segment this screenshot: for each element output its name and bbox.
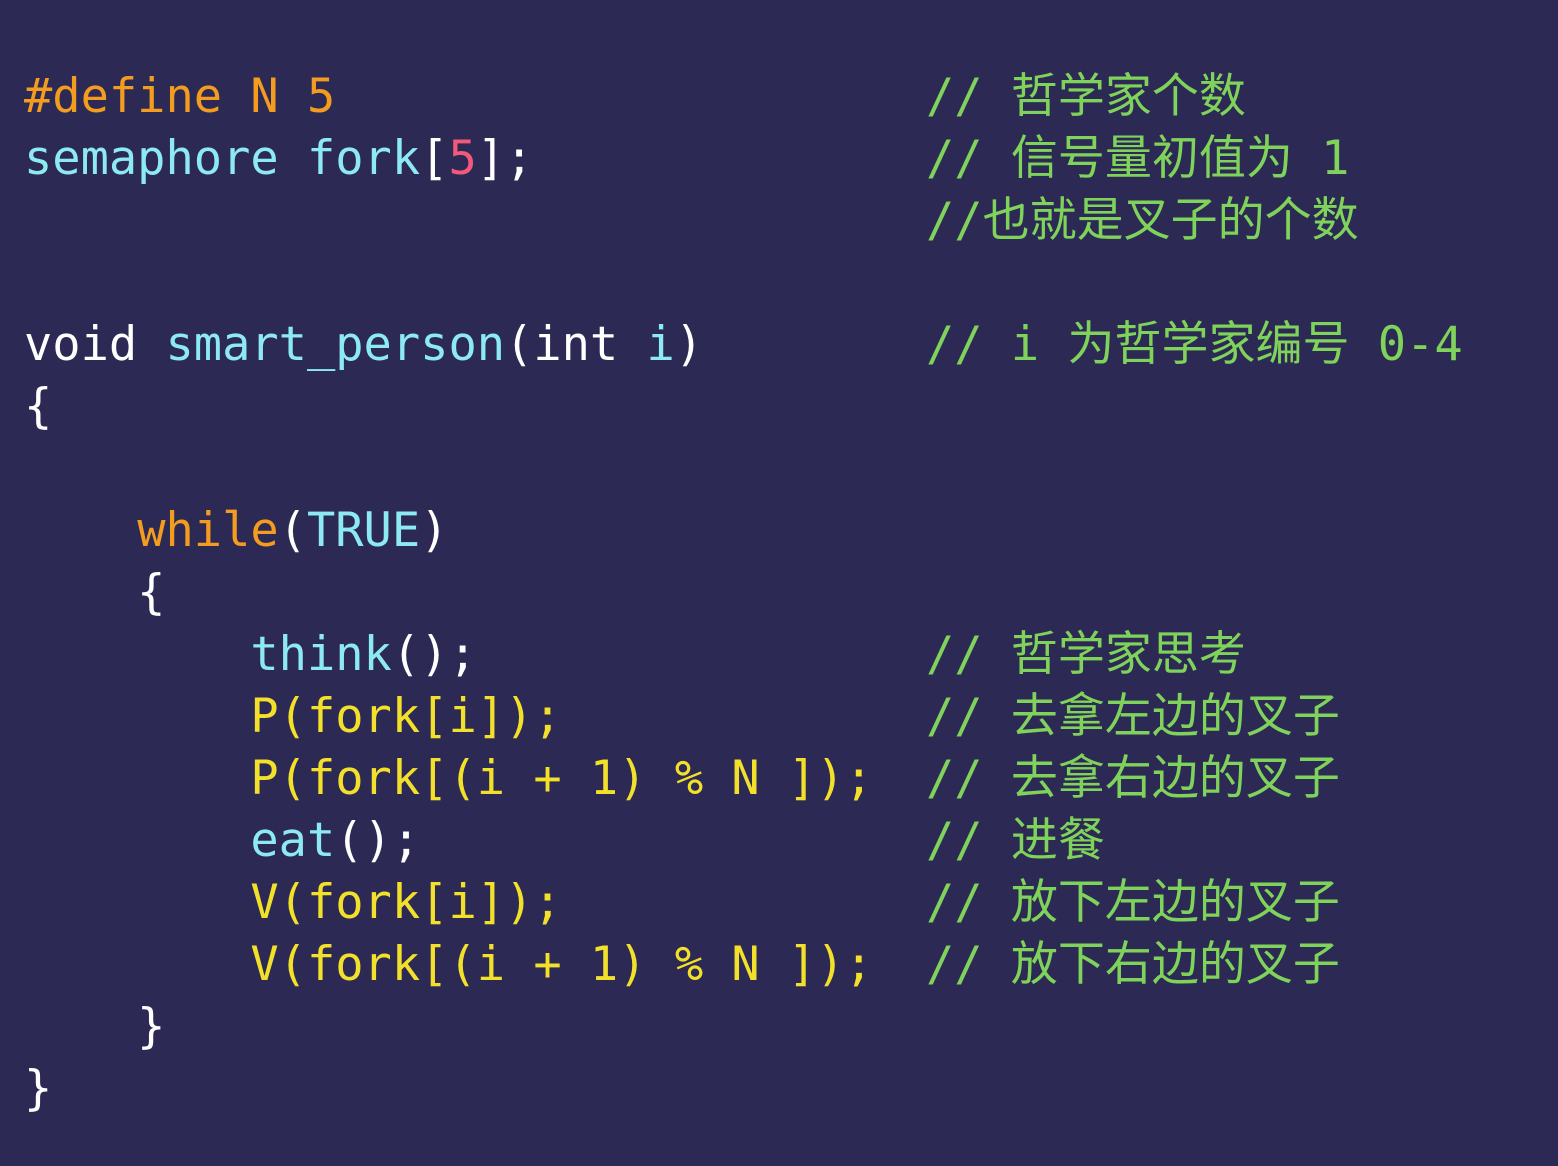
code-line: P(fork[i]);	[24, 686, 562, 748]
code-comment: // 哲学家个数	[926, 69, 1246, 124]
code-token: while	[137, 503, 279, 558]
code-token: ();	[391, 627, 477, 682]
code-comment: // 哲学家思考	[926, 627, 1246, 682]
code-line: {	[24, 562, 165, 624]
code-line: think();	[24, 624, 477, 686]
code-token: P(fork[(i + 1) % N ]);	[24, 751, 873, 806]
code-token: }	[24, 999, 166, 1054]
code-token: smart_person	[165, 317, 506, 372]
code-line: }	[24, 1058, 52, 1120]
code-token: V(fork[i]);	[24, 875, 562, 930]
code-line: P(fork[(i + 1) % N ]);	[24, 748, 873, 810]
code-token: {	[24, 379, 53, 434]
code-token: {	[24, 565, 166, 620]
code-comment: // 放下左边的叉子	[926, 875, 1340, 930]
code-token: i	[646, 317, 675, 372]
code-token: eat	[250, 813, 336, 868]
code-token: ();	[335, 813, 421, 868]
code-token: [	[420, 131, 449, 186]
code-line: while(TRUE)	[24, 500, 448, 562]
code-token: )	[420, 503, 449, 558]
code-token: V(fork[(i + 1) % N ]);	[24, 937, 873, 992]
code-editor: #define N 5 // 哲学家个数 semaphore fork[5]; // …	[0, 0, 1558, 1166]
code-token: (int	[505, 317, 647, 372]
code-line: semaphore fork[5];	[24, 128, 533, 190]
code-line: {	[24, 376, 52, 438]
code-token: 5	[448, 131, 477, 186]
code-line: V(fork[(i + 1) % N ]);	[24, 934, 873, 996]
code-line: #define N 5	[24, 66, 335, 128]
code-line: }	[24, 996, 165, 1058]
code-token: P(fork[i]);	[24, 689, 562, 744]
code-line: eat();	[24, 810, 420, 872]
code-token: }	[24, 1061, 53, 1116]
code-token: semaphore fork	[24, 131, 421, 186]
code-token: #define N 5	[24, 69, 336, 124]
code-comment: // 去拿左边的叉子	[926, 689, 1340, 744]
code-line: void smart_person(int i)	[24, 314, 703, 376]
code-comment: // 进餐	[926, 813, 1105, 868]
code-token: )	[674, 317, 704, 372]
code-comment: // 放下右边的叉子	[926, 937, 1340, 992]
code-token: think	[250, 627, 392, 682]
code-token: void	[24, 317, 166, 372]
code-line: V(fork[i]);	[24, 872, 562, 934]
code-token: ];	[476, 131, 534, 186]
code-comment: // 去拿右边的叉子	[926, 751, 1340, 806]
code-comment: // i 为哲学家编号 0-4	[926, 317, 1463, 372]
code-comment: // 信号量初值为 1	[926, 131, 1350, 186]
code-comment: //也就是叉子的个数	[926, 193, 1359, 248]
code-token: (	[278, 503, 307, 558]
code-token: TRUE	[306, 503, 421, 558]
